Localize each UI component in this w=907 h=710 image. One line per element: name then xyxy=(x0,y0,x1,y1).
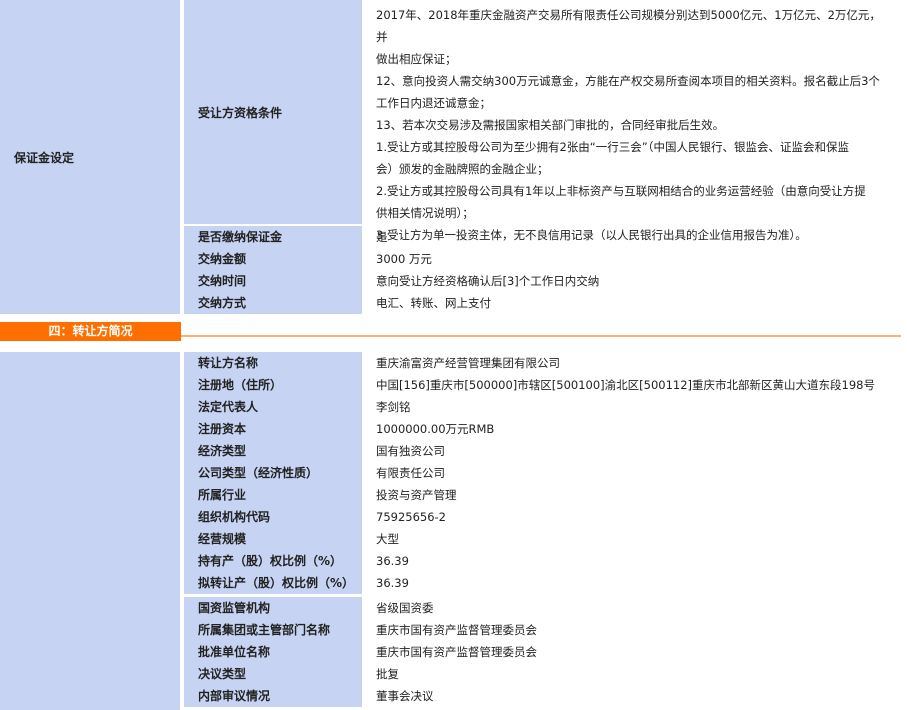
transferor-row-value: 董事会决议 xyxy=(376,689,434,703)
deposit-row: 交纳时间 意向受让方经资格确认后[3]个工作日内交纳 xyxy=(184,270,907,292)
transferor-section: 转让方名称 重庆渝富资产经营管理集团有限公司 注册地（住所） 中国[156]重庆… xyxy=(0,352,907,710)
transferor-row-value: 批复 xyxy=(376,667,399,681)
transferor-row-label: 批准单位名称 xyxy=(184,641,362,663)
requirements-line: 13、若本次交易涉及需报国家相关部门审批的，合同经审批后生效。 xyxy=(376,118,725,132)
requirements-line: 12、意向投资人需交纳300万元诚意金，方能在产权交易所查阅本项目的相关资料。报… xyxy=(376,74,880,88)
transferor-row-label: 转让方名称 xyxy=(184,352,362,374)
page: 保证金设定 受让方资格条件 2017年、2018年重庆金融资产交易所有限责任公司… xyxy=(0,0,907,710)
requirements-line: 供相关情况说明）； xyxy=(376,206,474,220)
deposit-row-label: 是否缴纳保证金 xyxy=(184,226,362,248)
transferor-row-value: 重庆市国有资产监督管理委员会 xyxy=(376,645,537,659)
deposit-row-value: 3000 万元 xyxy=(376,252,432,266)
transferor-row-value: 李剑铭 xyxy=(376,400,411,414)
deposit-row-label: 交纳金额 xyxy=(184,248,362,270)
transferor-row-label: 公司类型（经济性质） xyxy=(184,462,362,484)
transferor-row-value: 省级国资委 xyxy=(376,601,434,615)
transferor-row-label: 国资监管机构 xyxy=(184,597,362,619)
deposit-row-value: 意向受让方经资格确认后[3]个工作日内交纳 xyxy=(376,274,600,288)
deposit-row-value: 电汇、转账、网上支付 xyxy=(376,296,491,310)
transferor-row: 决议类型 批复 xyxy=(184,663,907,685)
transferor-row: 批准单位名称 重庆市国有资产监督管理委员会 xyxy=(184,641,907,663)
transferor-row-value: 36.39 xyxy=(376,576,409,590)
transferor-row-value: 1000000.00万元RMB xyxy=(376,422,495,436)
transferor-row: 经济类型 国有独资公司 xyxy=(184,440,907,462)
transferor-row-value: 大型 xyxy=(376,532,399,546)
deposit-row-label: 交纳时间 xyxy=(184,270,362,292)
transferor-row-label: 组织机构代码 xyxy=(184,506,362,528)
requirements-line: 工作日内退还诚意金； xyxy=(376,96,491,110)
transferor-row: 所属行业 投资与资产管理 xyxy=(184,484,907,506)
transferor-row-label: 所属行业 xyxy=(184,484,362,506)
transferor-row-value: 重庆渝富资产经营管理集团有限公司 xyxy=(376,356,560,370)
requirements-row: 受让方资格条件 2017年、2018年重庆金融资产交易所有限责任公司规模分别达到… xyxy=(184,0,907,242)
transferor-row-label: 持有产（股）权比例（%） xyxy=(184,550,362,572)
requirements-line: 2.受让方或其控股母公司具有1年以上非标资产与互联网相结合的业务运营经验（由意向… xyxy=(376,184,866,198)
transferor-row: 注册地（住所） 中国[156]重庆市[500000]市辖区[500100]渝北区… xyxy=(184,374,907,396)
transferor-row-label: 注册地（住所） xyxy=(184,374,362,396)
transferor-row-label: 内部审议情况 xyxy=(184,685,362,707)
transferor-row-label: 经营规模 xyxy=(184,528,362,550)
requirements-label: 受让方资格条件 xyxy=(184,0,362,224)
transferor-row-label: 决议类型 xyxy=(184,663,362,685)
transferor-row-value: 有限责任公司 xyxy=(376,466,445,480)
deposit-row-label: 交纳方式 xyxy=(184,292,362,314)
transferor-row-label: 经济类型 xyxy=(184,440,362,462)
requirements-line: 会）颁发的金融牌照的金融企业； xyxy=(376,162,549,176)
transferor-row-value: 中国[156]重庆市[500000]市辖区[500100]渝北区[500112]… xyxy=(376,378,875,392)
transferor-row-value: 国有独资公司 xyxy=(376,444,445,458)
transferor-row-value: 重庆市国有资产监督管理委员会 xyxy=(376,623,537,637)
requirements-text: 2017年、2018年重庆金融资产交易所有限责任公司规模分别达到5000亿元、1… xyxy=(362,0,907,242)
deposit-section: 保证金设定 受让方资格条件 2017年、2018年重庆金融资产交易所有限责任公司… xyxy=(0,0,907,314)
transferor-row-value: 75925656-2 xyxy=(376,510,446,524)
transferor-row-label: 所属集团或主管部门名称 xyxy=(184,619,362,641)
transferor-row-label: 注册资本 xyxy=(184,418,362,440)
transferor-row: 注册资本 1000000.00万元RMB xyxy=(184,418,907,440)
deposit-section-label: 保证金设定 xyxy=(0,0,180,314)
requirements-line: 2017年、2018年重庆金融资产交易所有限责任公司规模分别达到5000亿元、1… xyxy=(376,8,881,44)
transferor-row: 经营规模 大型 xyxy=(184,528,907,550)
transferor-row: 公司类型（经济性质） 有限责任公司 xyxy=(184,462,907,484)
requirements-line: 做出相应保证； xyxy=(376,52,457,66)
section-header-rule xyxy=(181,335,901,337)
deposit-row: 交纳金额 3000 万元 xyxy=(184,248,907,270)
transferor-row-value: 36.39 xyxy=(376,554,409,568)
section-header-title: 四：转让方简况 xyxy=(0,322,181,341)
transferor-row: 国资监管机构 省级国资委 xyxy=(184,597,907,619)
transferor-row-label: 法定代表人 xyxy=(184,396,362,418)
section-header: 四：转让方简况 xyxy=(0,320,907,344)
transferor-row: 所属集团或主管部门名称 重庆市国有资产监督管理委员会 xyxy=(184,619,907,641)
transferor-row: 转让方名称 重庆渝富资产经营管理集团有限公司 xyxy=(184,352,907,374)
transferor-row-value: 投资与资产管理 xyxy=(376,488,457,502)
deposit-row: 交纳方式 电汇、转账、网上支付 xyxy=(184,292,907,314)
transferor-row: 内部审议情况 董事会决议 xyxy=(184,685,907,707)
transferor-row: 法定代表人 李剑铭 xyxy=(184,396,907,418)
transferor-section-sidebar xyxy=(0,352,180,710)
requirements-line: 1.受让方或其控股母公司为至少拥有2张由“一行三会”（中国人民银行、银监会、证监… xyxy=(376,140,849,154)
deposit-row: 是否缴纳保证金 是 xyxy=(184,226,907,248)
transferor-row-label: 拟转让产（股）权比例（%） xyxy=(184,572,362,594)
transferor-row: 持有产（股）权比例（%） 36.39 xyxy=(184,550,907,572)
transferor-row: 拟转让产（股）权比例（%） 36.39 xyxy=(184,572,907,594)
deposit-row-value: 是 xyxy=(376,230,388,244)
transferor-row: 组织机构代码 75925656-2 xyxy=(184,506,907,528)
